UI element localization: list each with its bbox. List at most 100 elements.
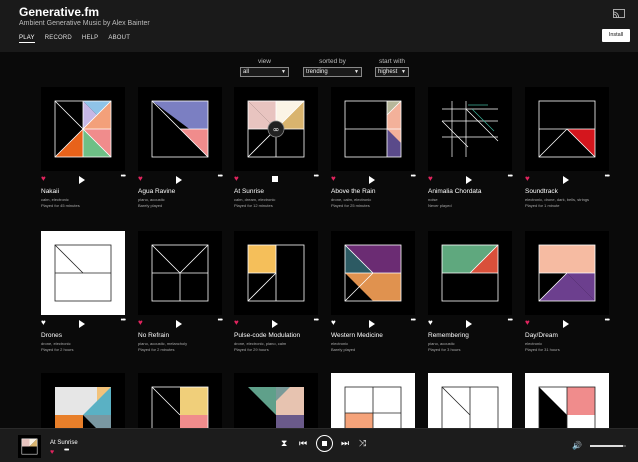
piece-title[interactable]: No Refrain <box>138 332 169 339</box>
more-icon[interactable]: ••• <box>314 317 319 324</box>
piece-title[interactable]: Remembering <box>428 332 469 339</box>
play-icon[interactable] <box>79 176 85 184</box>
piece-artwork[interactable] <box>331 87 415 171</box>
filter-controls: view all ▼ sorted by trending ▼ start with… <box>0 58 638 82</box>
piece-played: Played for 2 hours <box>41 347 74 352</box>
piece-artwork[interactable] <box>234 231 318 315</box>
piece-tags: calm, electronic <box>41 197 69 202</box>
piece-played: Played for 12 minutes <box>234 203 273 208</box>
heart-icon[interactable]: ♥ <box>138 175 146 183</box>
nav-about[interactable]: ABOUT <box>108 35 130 43</box>
piece-artwork[interactable] <box>331 231 415 315</box>
play-icon[interactable] <box>563 320 569 328</box>
play-icon[interactable] <box>79 320 85 328</box>
piece-title[interactable]: Western Medicine <box>331 332 383 339</box>
heart-icon[interactable]: ♥ <box>428 319 436 327</box>
piece-artwork[interactable] <box>138 87 222 171</box>
previous-icon[interactable]: ⏮ <box>299 439 307 448</box>
heart-icon[interactable]: ♥ <box>331 319 339 327</box>
piece-title[interactable]: Animalia Chordata <box>428 188 481 195</box>
heart-icon[interactable]: ♥ <box>41 319 49 327</box>
more-icon[interactable]: ••• <box>411 173 416 180</box>
hourglass-icon[interactable]: ⧗ <box>281 439 287 448</box>
sort-select[interactable]: trending ▼ <box>303 67 362 77</box>
chevron-down-icon: ▼ <box>401 69 406 75</box>
piece-artwork[interactable] <box>525 87 609 171</box>
play-icon[interactable] <box>369 320 375 328</box>
piece-title[interactable]: At Sunrise <box>234 188 264 195</box>
piece-artwork[interactable]: ∞ <box>234 87 318 171</box>
piece-title[interactable]: Pulse-code Modulation <box>234 332 300 339</box>
nav-play[interactable]: PLAY <box>19 35 35 43</box>
piece-played: Barely played <box>138 203 163 208</box>
piece-title[interactable]: Drones <box>41 332 62 339</box>
heart-icon[interactable]: ♥ <box>525 319 533 327</box>
play-icon[interactable] <box>466 176 472 184</box>
play-icon[interactable] <box>176 320 182 328</box>
more-icon[interactable]: ••• <box>121 317 126 324</box>
piece-title[interactable]: Nakaii <box>41 188 59 195</box>
piece-title[interactable]: Agua Ravine <box>138 188 175 195</box>
play-icon[interactable] <box>466 320 472 328</box>
more-icon[interactable]: ••• <box>605 173 610 180</box>
header: Generative.fm Ambient Generative Music b… <box>0 0 638 52</box>
heart-icon[interactable]: ♥ <box>525 175 533 183</box>
stop-button[interactable] <box>316 435 333 452</box>
piece-tags: drone, calm, electronic <box>331 197 372 202</box>
piece-title[interactable]: Above the Rain <box>331 188 375 195</box>
heart-icon[interactable]: ♥ <box>41 175 49 183</box>
card-actions: ♥ ••• <box>428 317 513 329</box>
volume-slider[interactable] <box>590 445 626 447</box>
piece-artwork[interactable] <box>138 231 222 315</box>
now-playing-artwork[interactable] <box>18 435 41 458</box>
piece-tags: electronic <box>331 341 349 346</box>
start-select[interactable]: highest ▼ <box>375 67 409 77</box>
install-button[interactable]: Install <box>602 29 630 42</box>
nav-record[interactable]: RECORD <box>45 35 72 43</box>
more-icon[interactable]: ••• <box>508 317 513 324</box>
more-icon[interactable]: ••• <box>314 173 319 180</box>
cast-icon[interactable] <box>613 9 625 18</box>
more-icon[interactable]: ••• <box>218 317 223 324</box>
card-actions: ♥ ••• <box>525 317 610 329</box>
main-nav: PLAY RECORD HELP ABOUT <box>19 35 130 43</box>
heart-icon[interactable]: ♥ <box>50 449 54 456</box>
piece-title[interactable]: Day/Dream <box>525 332 558 339</box>
piece-artwork[interactable] <box>525 231 609 315</box>
piece-played: Played for 25 minutes <box>331 203 370 208</box>
heart-icon[interactable]: ♥ <box>234 175 242 183</box>
app-title[interactable]: Generative.fm <box>19 5 99 19</box>
heart-icon[interactable]: ♥ <box>234 319 242 327</box>
heart-icon[interactable]: ♥ <box>331 175 339 183</box>
next-icon[interactable]: ⏭ <box>341 439 349 448</box>
volume-icon[interactable]: 🔊 <box>572 441 582 450</box>
more-icon[interactable]: ••• <box>218 173 223 180</box>
card-actions: ♥ ••• <box>41 173 126 185</box>
shuffle-icon[interactable]: ⤨ <box>359 439 366 448</box>
view-select[interactable]: all ▼ <box>240 67 289 77</box>
more-icon[interactable]: ••• <box>411 317 416 324</box>
heart-icon[interactable]: ♥ <box>428 175 436 183</box>
card-actions: ♥ ••• <box>138 173 223 185</box>
play-icon[interactable] <box>369 176 375 184</box>
chevron-down-icon: ▼ <box>281 69 286 75</box>
play-icon[interactable] <box>563 176 569 184</box>
now-playing-title[interactable]: At Sunrise <box>50 440 78 446</box>
play-icon[interactable] <box>272 320 278 328</box>
more-icon[interactable]: ••• <box>64 447 69 454</box>
heart-icon[interactable]: ♥ <box>138 319 146 327</box>
piece-artwork[interactable] <box>41 87 125 171</box>
more-icon[interactable]: ••• <box>605 317 610 324</box>
stop-icon[interactable] <box>272 176 278 182</box>
play-icon[interactable] <box>176 176 182 184</box>
piece-artwork[interactable] <box>428 87 512 171</box>
card-actions: ♥ ••• <box>428 173 513 185</box>
nav-help[interactable]: HELP <box>82 35 98 43</box>
more-icon[interactable]: ••• <box>508 173 513 180</box>
piece-artwork[interactable] <box>428 231 512 315</box>
piece-title[interactable]: Soundtrack <box>525 188 558 195</box>
piece-artwork[interactable] <box>41 231 125 315</box>
more-icon[interactable]: ••• <box>121 173 126 180</box>
piece-tags: calm, dream, electronic <box>234 197 276 202</box>
sort-label: sorted by <box>319 58 346 65</box>
